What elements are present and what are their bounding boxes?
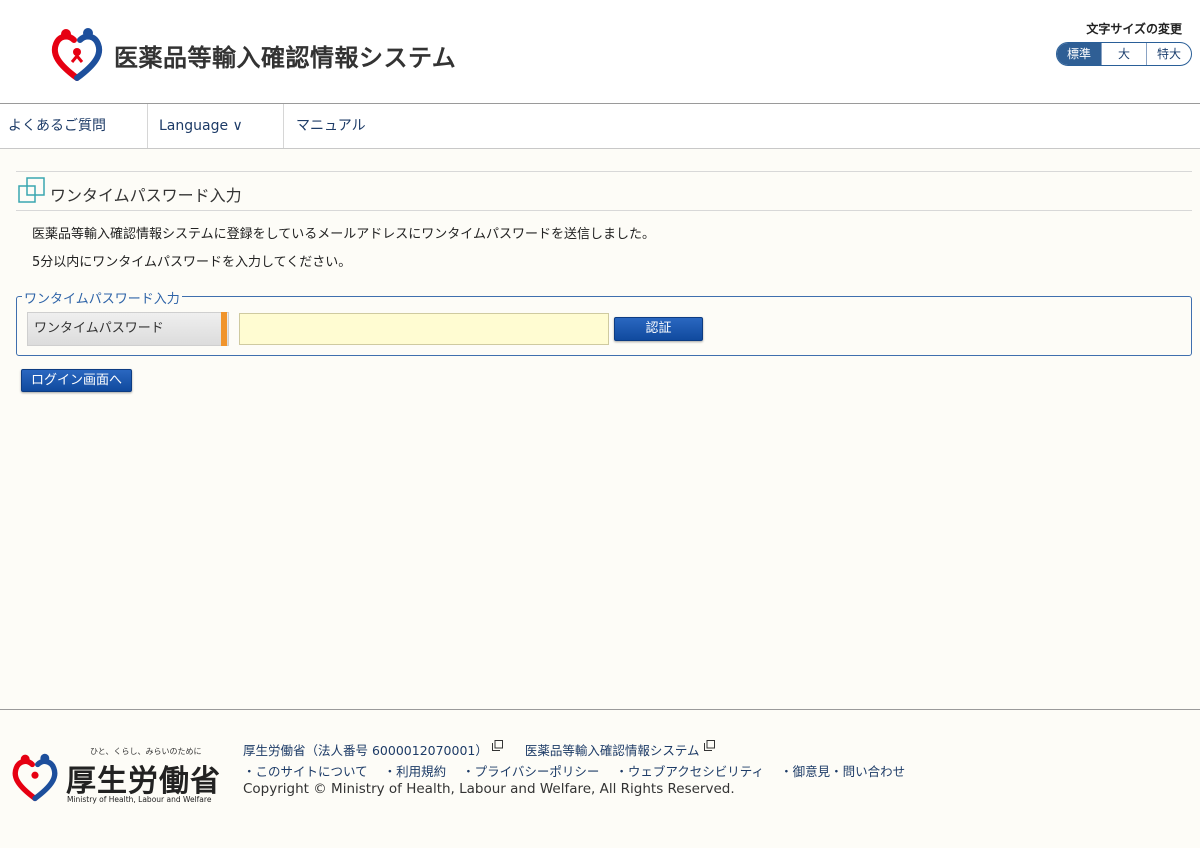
nav-item-language[interactable]: Language ∨ <box>148 104 284 148</box>
fontsize-standard-button[interactable]: 標準 <box>1057 43 1101 65</box>
otp-instruction-message: 5分以内にワンタイムパスワードを入力してください。 <box>32 255 352 270</box>
footer-link-terms[interactable]: ・利用規約 <box>384 761 447 780</box>
required-marker <box>221 312 227 346</box>
footer-secondary-links: ・このサイトについて ・利用規約 ・プライバシーポリシー ・ウェブアクセシビリテ… <box>243 761 921 780</box>
footer-primary-links: 厚生労働省（法人番号 6000012070001） 医薬品等輸入確認情報システム <box>243 740 737 759</box>
otp-input[interactable] <box>239 313 609 345</box>
mhlw-name: 厚生労働省 <box>66 764 221 799</box>
mhlw-name-en: Ministry of Health, Labour and Welfare <box>67 795 212 804</box>
nav-item-faq[interactable]: よくあるご質問 <box>0 104 148 148</box>
footer-link-accessibility[interactable]: ・ウェブアクセシビリティ <box>615 761 764 780</box>
section-squares-icon <box>18 177 45 203</box>
otp-fieldset-legend: ワンタイムパスワード入力 <box>22 288 182 307</box>
site-title: 医薬品等輸入確認情報システム <box>114 44 457 72</box>
footer-link-about[interactable]: ・このサイトについて <box>243 761 368 780</box>
fontsize-xlarge-button[interactable]: 特大 <box>1146 43 1191 65</box>
mhlw-logo-icon <box>51 28 103 81</box>
nav-item-manual[interactable]: マニュアル <box>284 104 404 148</box>
external-link-icon <box>703 740 715 751</box>
back-to-login-button[interactable]: ログイン画面へ <box>21 369 132 392</box>
otp-sent-message: 医薬品等輸入確認情報システムに登録をしているメールアドレスにワンタイムパスワード… <box>32 227 655 242</box>
fontsize-large-button[interactable]: 大 <box>1101 43 1146 65</box>
footer-divider <box>0 709 1200 710</box>
copyright: Copyright © Ministry of Health, Labour a… <box>243 781 735 797</box>
section-heading: ワンタイムパスワード入力 <box>16 171 1192 211</box>
fontsize-switch: 標準 大 特大 <box>1056 42 1192 66</box>
main-nav: よくあるご質問 Language ∨ マニュアル <box>0 104 1200 149</box>
footer-link-privacy[interactable]: ・プライバシーポリシー <box>462 761 599 780</box>
mhlw-footer-logo-icon <box>12 753 58 802</box>
otp-field-label: ワンタイムパスワード <box>27 312 229 346</box>
site-header: 医薬品等輸入確認情報システム 文字サイズの変更 標準 大 特大 <box>0 0 1200 104</box>
fontsize-label: 文字サイズの変更 <box>1086 22 1182 36</box>
page-title: ワンタイムパスワード入力 <box>50 186 242 205</box>
footer-link-contact[interactable]: ・御意見・問い合わせ <box>780 761 905 780</box>
footer-link-system[interactable]: 医薬品等輸入確認情報システム <box>525 740 700 759</box>
authenticate-button[interactable]: 認証 <box>614 317 703 341</box>
footer-link-mhlw[interactable]: 厚生労働省（法人番号 6000012070001） <box>243 740 488 759</box>
external-link-icon <box>491 740 503 751</box>
